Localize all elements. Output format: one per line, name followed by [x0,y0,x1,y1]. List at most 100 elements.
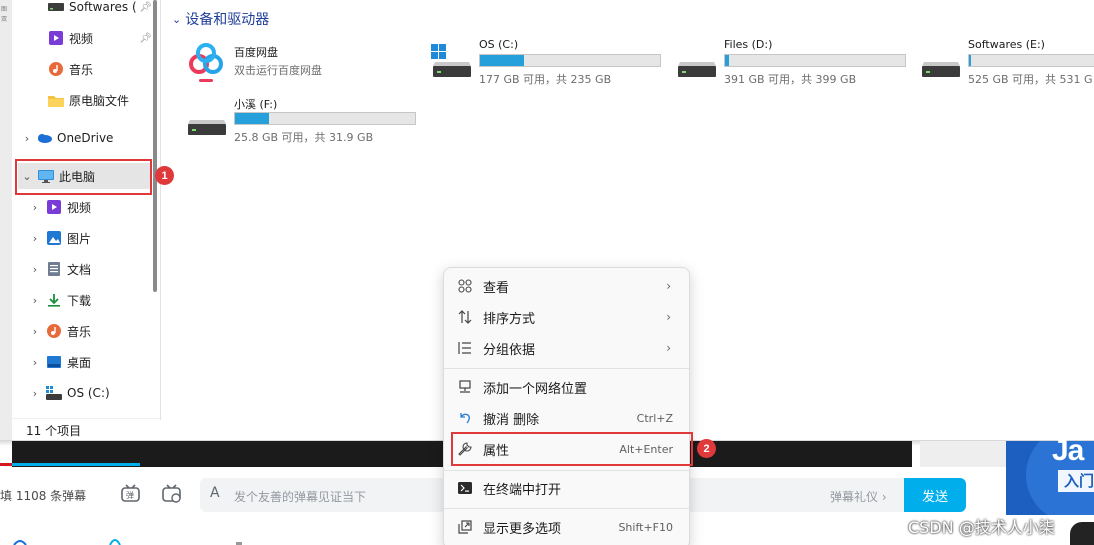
shortcut-hint: Ctrl+Z [636,411,673,425]
nav-item-label: OneDrive [57,131,114,145]
document-icon [46,262,62,276]
nav-item-pictures[interactable]: › 图片 [12,225,158,251]
drive-tile-f[interactable]: 小溪 (F:) 25.8 GB 可用，共 31.9 GB [186,96,426,146]
drive-tile-e[interactable]: Softwares (E:) 525 GB 可用，共 531 G [920,38,1094,88]
pane-divider[interactable] [160,0,161,420]
drive-name: Files (D:) [724,38,773,51]
drive-name: Softwares (E:) [968,38,1045,51]
drive-icon [48,0,64,14]
group-icon [456,340,474,356]
navigation-pane: Softwares ( 📌︎ 视频 📌︎ 音乐 原电脑文件 › OneDrive… [12,0,160,440]
group-title: 设备和驱动器 [185,12,270,28]
folder-icon [48,93,64,107]
menu-item-label: 添加一个网络位置 [483,381,588,397]
windows-drive-icon [431,44,473,78]
devices-group-header[interactable]: ⌄ 设备和驱动器 [172,9,269,29]
drive-usage-bar [234,112,416,125]
nav-item-softwares[interactable]: Softwares ( 📌︎ [12,0,158,20]
cloud-icon [36,131,52,145]
font-style-icon[interactable]: A [210,485,220,501]
drive-usage-fill [480,55,525,66]
properties-highlight-box [451,432,693,466]
send-danmaku-button[interactable]: 发送 [904,478,966,512]
drive-usage-bar [724,54,906,67]
nav-item-os-c[interactable]: › OS (C:) [12,380,158,406]
terminal-icon [456,480,474,496]
drive-usage-fill [725,55,729,66]
menu-item-show-more-options[interactable]: 显示更多选项 Shift+F10 [450,513,683,541]
left-edge-strip: 图 双 [0,0,12,440]
menu-separator [444,368,689,369]
chevron-right-icon[interactable]: › [28,325,42,338]
app-subtitle: 双击运行百度网盘 [234,64,322,77]
undo-icon [456,410,474,426]
hard-drive-icon [920,44,962,78]
video-progress-bar[interactable] [12,463,140,466]
hard-drive-icon [186,102,228,136]
download-icon [46,293,62,307]
menu-item-label: 撤消 删除 [483,412,540,428]
menu-item-add-network-location[interactable]: 添加一个网络位置 [450,373,683,401]
chevron-right-icon[interactable]: › [28,387,42,400]
picture-icon [46,231,62,245]
nav-item-music[interactable]: › 音乐 [12,318,158,344]
step-marker-2: 2 [697,439,716,458]
this-pc-highlight-box [15,159,152,195]
nav-item-label: 桌面 [67,355,92,370]
menu-item-label: 排序方式 [483,311,536,327]
chevron-right-icon[interactable]: › [28,232,42,245]
menu-item-group-by[interactable]: 分组依据 › [450,334,683,362]
drive-capacity: 25.8 GB 可用，共 31.9 GB [234,131,374,144]
danmaku-placeholder: 发个友善的弹幕见证当下 [234,490,367,504]
nav-item-onedrive[interactable]: › OneDrive [12,125,158,151]
nav-item-downloads[interactable]: › 下载 [12,287,158,313]
drive-capacity: 391 GB 可用，共 399 GB [724,73,857,86]
nav-scrollbar[interactable] [153,0,157,292]
drive-tile-c[interactable]: OS (C:) 177 GB 可用，共 235 GB [431,38,671,88]
chevron-right-icon[interactable]: › [28,294,42,307]
desktop-icon [46,355,62,369]
nav-item-desktop[interactable]: › 桌面 [12,349,158,375]
bottom-cropped-icons [0,532,460,545]
ad-title: Ja [1052,434,1084,467]
pin-icon: 📌︎ [139,32,152,44]
chevron-right-icon[interactable]: › [28,263,42,276]
drive-capacity: 525 GB 可用，共 531 G [968,73,1093,86]
chevron-right-icon[interactable]: › [20,132,34,145]
nav-item-documents[interactable]: › 文档 [12,256,158,282]
menu-item-open-in-terminal[interactable]: 在终端中打开 [450,474,683,502]
menu-item-label: 查看 [483,280,510,296]
nav-item-videos[interactable]: › 视频 [12,194,158,220]
side-text-1: 图 [1,6,8,13]
app-tile-baidu-netdisk[interactable]: 百度网盘 双击运行百度网盘 [186,38,386,88]
chevron-right-icon: › [666,310,671,324]
menu-item-sort-by[interactable]: 排序方式 › [450,303,683,331]
menu-item-undo-delete[interactable]: 撤消 删除 Ctrl+Z [450,404,683,432]
csdn-watermark: CSDN @技术人小柒 [908,518,1055,537]
chevron-right-icon[interactable]: › [28,201,42,214]
danmaku-etiquette-link[interactable]: 弹幕礼仪 › [830,488,887,505]
nav-item-label: OS (C:) [67,386,110,400]
context-menu: 查看 › 排序方式 › 分组依据 › 添加一个网络位置 撤消 删除 Ctrl+Z… [443,267,690,545]
danmaku-settings-icon[interactable] [161,484,183,504]
drive-tile-d[interactable]: Files (D:) 391 GB 可用，共 399 GB [676,38,916,88]
menu-separator [444,508,689,509]
nav-item-label: 视频 [69,31,94,46]
menu-item-view[interactable]: 查看 › [450,272,683,300]
nav-item-videos-quick[interactable]: 视频 📌︎ [12,25,158,51]
drive-capacity: 177 GB 可用，共 235 GB [479,73,612,86]
menu-item-label: 分组依据 [483,342,536,358]
chevron-down-icon: ⌄ [172,12,182,26]
video-icon [46,200,62,214]
svg-text:弹: 弹 [126,490,134,500]
nav-item-label: 文档 [67,262,92,277]
chevron-right-icon: › [666,341,671,355]
danmaku-toggle-icon[interactable]: 弹 [120,484,142,504]
nav-item-label: 视频 [67,200,92,215]
nav-item-old-files[interactable]: 原电脑文件 [12,87,158,113]
shortcut-hint: Shift+F10 [618,520,673,534]
baidu-netdisk-icon [186,42,226,91]
nav-item-label: 音乐 [69,62,94,77]
nav-item-music-quick[interactable]: 音乐 [12,56,158,82]
chevron-right-icon[interactable]: › [28,356,42,369]
